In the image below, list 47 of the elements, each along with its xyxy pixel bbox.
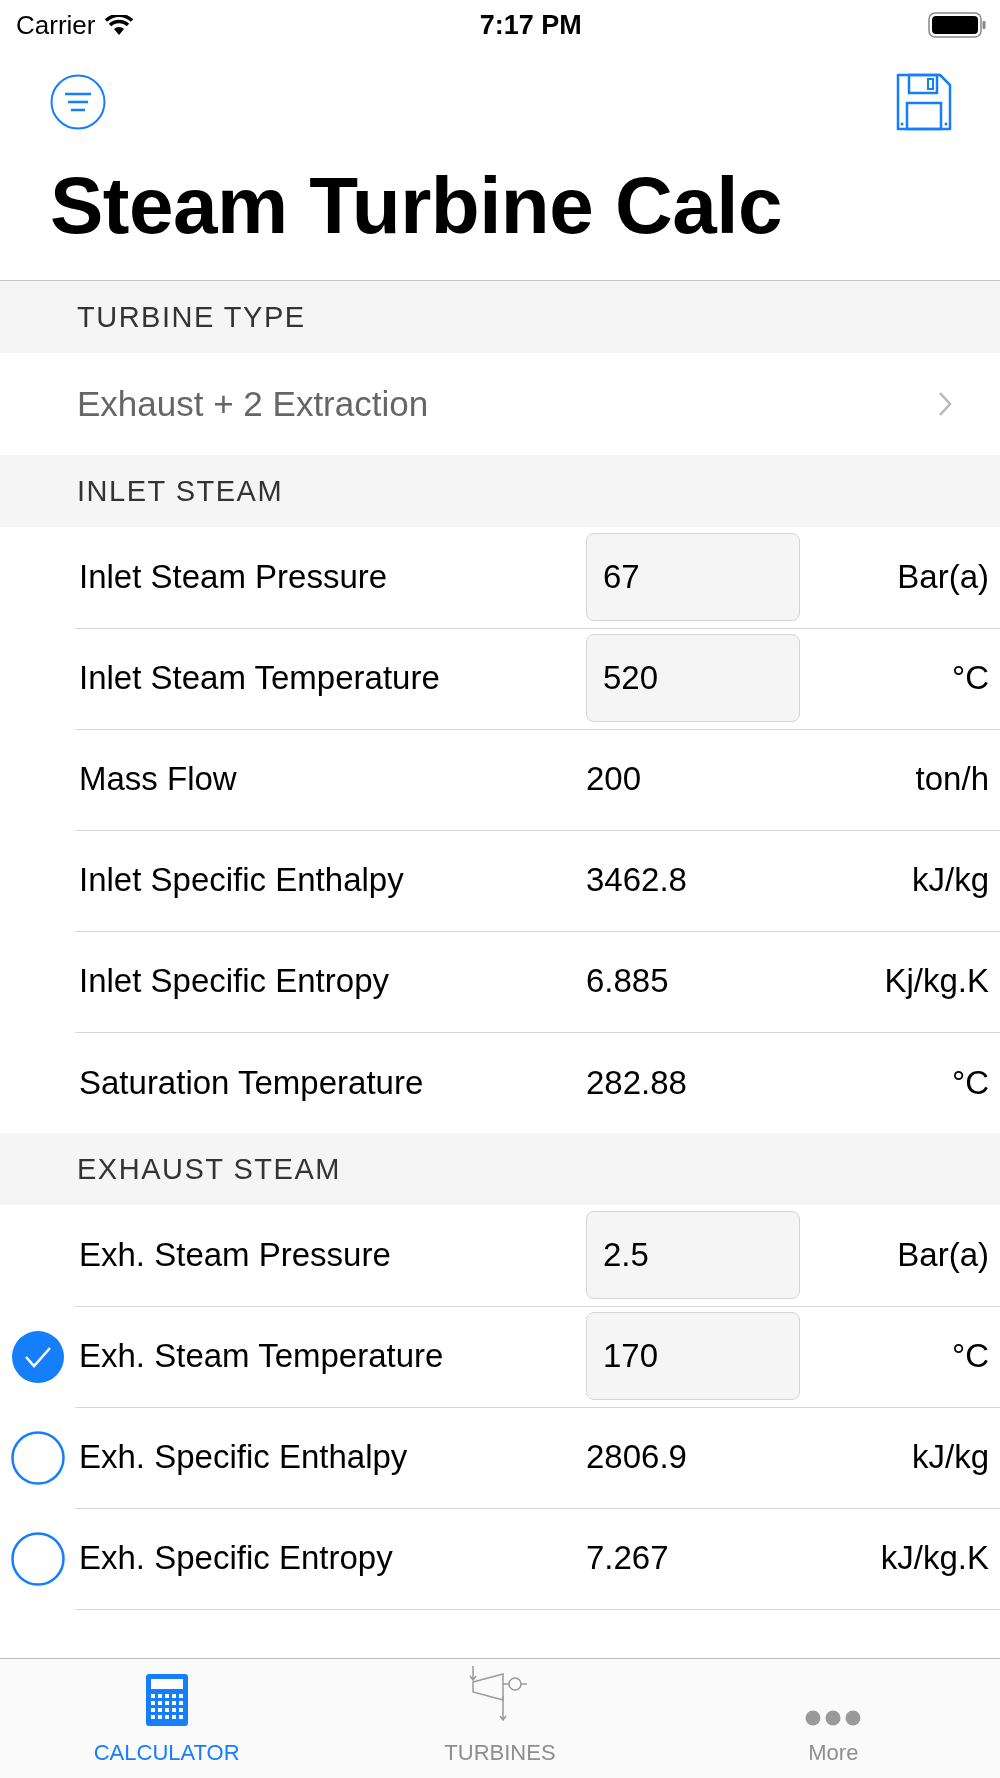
radio-button[interactable] <box>10 1430 65 1485</box>
row-label: Inlet Specific Enthalpy <box>78 861 405 899</box>
wifi-icon <box>105 15 134 35</box>
unit-label: °C <box>950 659 989 697</box>
unit-label: kJ/kg <box>910 861 989 899</box>
row-label: Exh. Specific Enthalpy <box>78 1438 409 1476</box>
section-header: TURBINE TYPE <box>0 281 1000 353</box>
unit-label: °C <box>950 1063 989 1102</box>
row-value: 3462.8 <box>586 861 688 899</box>
status-time: 7:17 PM <box>479 9 582 41</box>
input-field[interactable]: 67 <box>586 533 800 621</box>
unit-label: Bar(a) <box>896 1236 989 1274</box>
row-label: Exh. Steam Temperature <box>78 1337 445 1375</box>
menu-button[interactable] <box>50 74 106 130</box>
row-label: Inlet Steam Pressure <box>78 558 389 596</box>
turbine-type-row[interactable]: Exhaust + 2 Extraction <box>0 353 1000 455</box>
save-button[interactable] <box>896 73 952 131</box>
tab-bar-item[interactable]: CALCULATOR <box>0 1659 334 1778</box>
row-label: Exh. Specific Entropy <box>78 1539 394 1577</box>
row-value: 2806.9 <box>586 1438 688 1476</box>
unit-label: °C <box>950 1337 989 1375</box>
input-field[interactable]: 170 <box>586 1312 800 1400</box>
checked-radio[interactable] <box>10 1329 65 1384</box>
row-value: 7.267 <box>586 1539 670 1577</box>
more-icon <box>805 1710 862 1726</box>
carrier-label: Carrier <box>16 9 96 41</box>
section-header: INLET STEAM <box>0 455 1000 527</box>
unit-label: kJ/kg <box>910 1438 989 1476</box>
input-field[interactable]: 2.5 <box>586 1211 800 1299</box>
battery-icon <box>928 12 986 38</box>
row-label: Exh. Steam Pressure <box>78 1236 392 1274</box>
row-value: 6.885 <box>586 962 670 1000</box>
section-header: EXHAUST STEAM <box>0 1133 1000 1205</box>
chevron-icon <box>938 391 952 417</box>
row-label: Inlet Steam Temperature <box>78 659 441 697</box>
row-label: Saturation Temperature <box>78 1063 425 1102</box>
row-label: Inlet Specific Entropy <box>78 962 390 1000</box>
unit-label: Kj/kg.K <box>883 962 989 1000</box>
unit-label: Bar(a) <box>896 558 989 596</box>
row-label: Mass Flow <box>78 760 238 798</box>
calculator-icon <box>145 1674 188 1726</box>
radio-button[interactable] <box>10 1531 65 1586</box>
row-value: 282.88 <box>586 1063 688 1102</box>
input-field[interactable]: 520 <box>586 634 800 722</box>
row-value: 200 <box>586 760 643 798</box>
unit-label: kJ/kg.K <box>879 1539 989 1577</box>
unit-label: ton/h <box>914 760 989 798</box>
